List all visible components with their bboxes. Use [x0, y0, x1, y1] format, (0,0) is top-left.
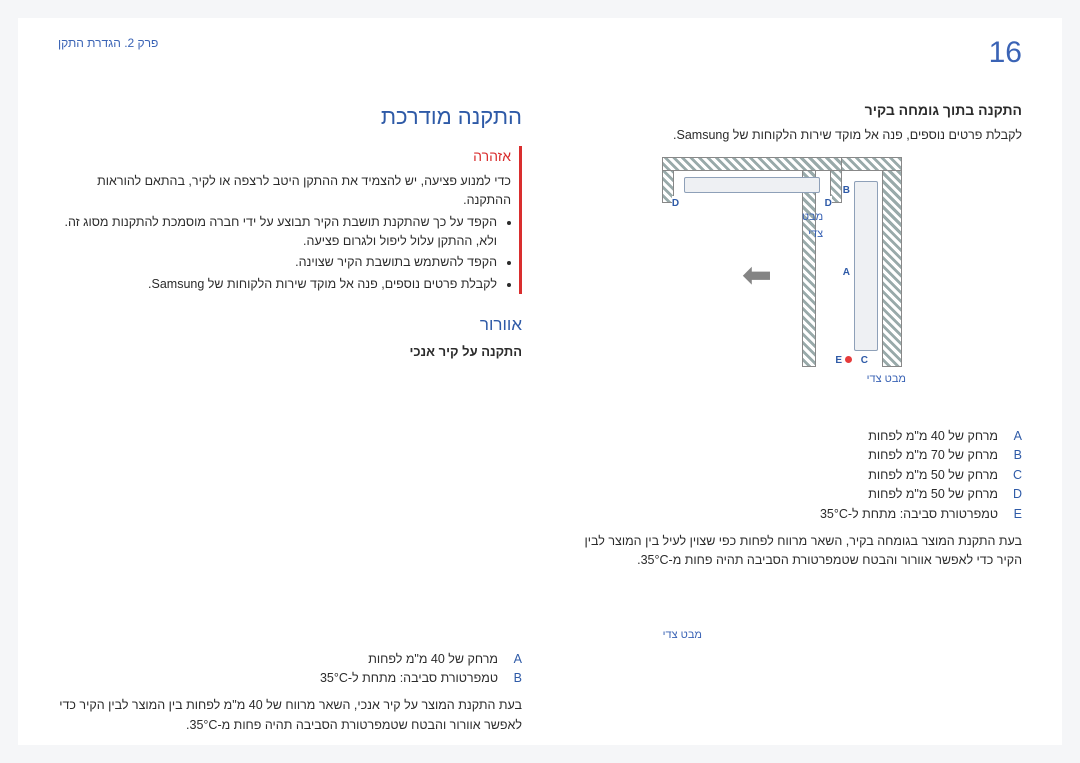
- legend-text: מרחק של 50 מ"מ לפחות: [868, 466, 998, 485]
- recess-sub: לקבלת פרטים נוספים, פנה אל מוקד שירות הל…: [558, 126, 1022, 145]
- legend-key: A: [1006, 427, 1022, 446]
- figure-caption: מבט צדי: [796, 371, 906, 388]
- breadcrumb: פרק 2. הגדרת התקן: [58, 36, 158, 50]
- page-header: 16 פרק 2. הגדרת התקן: [58, 36, 1022, 70]
- legend-key: B: [506, 669, 522, 688]
- ventilation-body: בעת התקנת המוצר על קיר אנכי, השאר מרווח …: [58, 696, 522, 735]
- ventilation-subtitle: התקנה על קיר אנכי: [58, 342, 522, 362]
- marker-d: D: [672, 196, 679, 212]
- warning-block: אזהרה כדי למנוע פציעה, יש להצמיד את ההתק…: [58, 146, 522, 294]
- recess-title: התקנה בתוך גומחה בקיר: [558, 100, 1022, 122]
- legend-recess: A מרחק של 40 מ"מ לפחות B מרחק של 70 מ"מ לפ…: [558, 427, 1022, 524]
- ventilation-title: אוורור: [58, 312, 522, 338]
- marker-b: B: [843, 183, 850, 199]
- warning-heading: אזהרה: [58, 146, 511, 168]
- warning-intro: כדי למנוע פציעה, יש להצמיד את ההתקן היטב…: [58, 172, 511, 211]
- legend-text: מרחק של 50 מ"מ לפחות: [868, 485, 998, 504]
- legend-text: טמפרטורת סביבה: מתחת ל-35°C: [820, 505, 998, 524]
- right-column: התקנה מודרכת אזהרה כדי למנוע פציעה, יש ל…: [58, 100, 522, 735]
- legend-key: A: [506, 650, 522, 669]
- warning-item: הקפד על כך שהתקנת תושבת הקיר תבוצע על יד…: [58, 213, 497, 252]
- legend-text: מרחק של 40 מ"מ לפחות: [868, 427, 998, 446]
- manual-page: 16 פרק 2. הגדרת התקן התקנה מודרכת אזהרה …: [18, 18, 1062, 745]
- dot-icon: [845, 356, 852, 363]
- section-title: התקנה מודרכת: [58, 100, 522, 134]
- marker-d: D: [825, 196, 832, 212]
- warning-item: הקפד להשתמש בתושבת הקיר שצוינה.: [58, 253, 497, 272]
- legend-key: B: [1006, 446, 1022, 465]
- legend-key: C: [1006, 466, 1022, 485]
- warning-list: הקפד על כך שהתקנת תושבת הקיר תבוצע על יד…: [58, 213, 497, 295]
- arrow-left-icon: ⬅: [742, 247, 772, 303]
- legend-text: מרחק של 70 מ"מ לפחות: [868, 446, 998, 465]
- legend-key: D: [1006, 485, 1022, 504]
- figure-recess-row: B A C E מבט צדי ⬅ D D: [558, 147, 902, 387]
- warning-item: לקבלת פרטים נוספים, פנה אל מוקד שירות הל…: [58, 275, 497, 294]
- figure-caption: מבט צדי: [802, 209, 823, 243]
- legend-text: מרחק של 40 מ"מ לפחות: [368, 650, 498, 669]
- legend-key: E: [1006, 505, 1022, 524]
- marker-a: A: [843, 265, 850, 281]
- page-number: 16: [989, 36, 1022, 70]
- recess-body: בעת התקנת המוצר בגומחה בקיר, השאר מרווח …: [558, 532, 1022, 571]
- legend-text: טמפרטורת סביבה: מתחת ל-35°C: [320, 669, 498, 688]
- marker-e: E: [835, 353, 842, 369]
- marker-c: C: [861, 353, 868, 369]
- figure-caption: מבט צדי: [58, 627, 702, 644]
- legend-vertical: A מרחק של 40 מ"מ לפחות B טמפרטורת סביבה: מ…: [58, 650, 522, 689]
